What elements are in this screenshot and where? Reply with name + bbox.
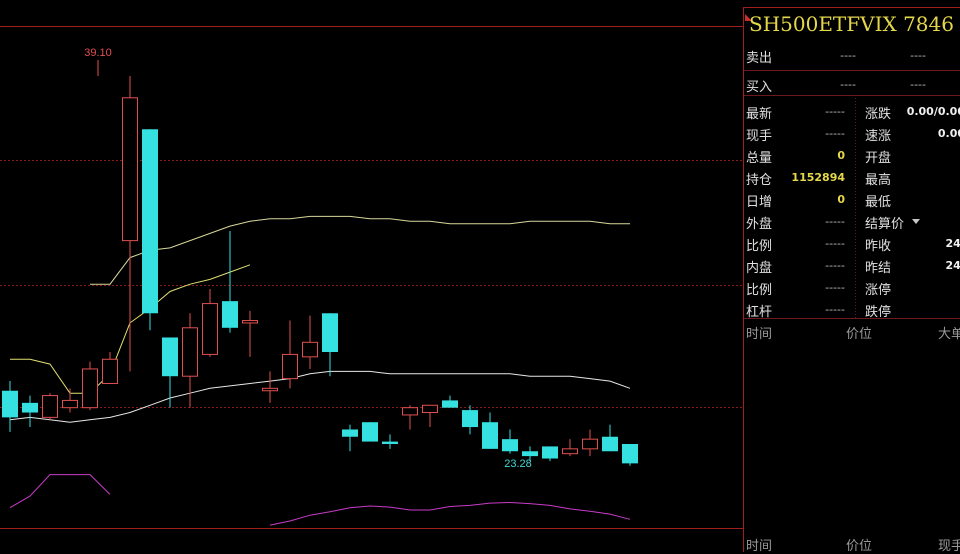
candle-body	[82, 368, 98, 409]
left-row-label: 比例	[746, 283, 773, 298]
candle-body	[442, 400, 458, 408]
right-row-label: 昨收	[865, 239, 892, 254]
indicator-line	[9, 474, 631, 526]
candle-body	[142, 129, 158, 314]
candle-body	[462, 410, 478, 428]
right-row-label: 跌停	[865, 305, 892, 320]
left-row-value: -----	[825, 237, 845, 250]
right-row-label: 最低	[865, 195, 892, 210]
high-price-label: 39.10	[84, 47, 112, 59]
candle-body	[102, 358, 118, 384]
right-row-value: 24.	[945, 259, 960, 272]
candle-body	[482, 422, 498, 449]
sell-label: 卖出	[746, 51, 773, 66]
buy-label: 买入	[746, 80, 773, 95]
candle-body	[222, 301, 238, 328]
right-row-label: 涨停	[865, 283, 892, 298]
candle-body	[402, 407, 418, 416]
candle-body	[22, 402, 38, 413]
candle-body	[322, 313, 338, 352]
candle-body	[542, 446, 558, 459]
candle-body	[362, 422, 378, 442]
indicator-panel	[9, 474, 631, 526]
left-row-value: 0	[837, 149, 845, 162]
candle-body	[342, 429, 358, 437]
left-row-value: -----	[825, 259, 845, 272]
left-row-label: 杠杆	[746, 305, 773, 320]
right-row-label: 昨结	[865, 261, 892, 276]
left-row-value: 1152894	[791, 171, 845, 184]
low-price-label: 23.28	[504, 458, 532, 470]
right-row-value: -	[905, 281, 960, 294]
left-row-label: 最新	[746, 107, 773, 122]
right-row-label: 速涨	[865, 129, 892, 144]
left-row-value: -----	[825, 105, 845, 118]
bollinger-bands	[9, 215, 631, 423]
left-row-label: 总量	[746, 151, 773, 166]
candle-body	[582, 438, 598, 450]
candle-body	[182, 327, 198, 377]
sell-volume: ----	[910, 49, 926, 62]
right-row-value: -	[905, 171, 960, 184]
bottom-header-price: 价位	[846, 539, 873, 554]
candle-body	[522, 451, 538, 457]
left-row-label: 内盘	[746, 261, 773, 276]
buy-price: ----	[840, 78, 856, 91]
candle-body	[242, 320, 258, 324]
upper-band-line	[90, 215, 630, 285]
candle-body	[162, 337, 178, 377]
candle-body	[422, 404, 438, 414]
right-row-label[interactable]: 结算价	[865, 213, 904, 232]
left-row-label: 现手	[746, 129, 773, 144]
quote-panel: SH500ETFVIX 7846 卖出 ---- ---- 买入 ---- --…	[743, 7, 960, 554]
candle-body	[42, 395, 58, 418]
candle-body	[622, 444, 638, 464]
candle-body	[562, 448, 578, 455]
left-row-value: -----	[825, 215, 845, 228]
bottom-header-time: 时间	[746, 539, 773, 554]
ticks-header-price: 价位	[846, 327, 873, 342]
candle-body	[262, 387, 278, 392]
candle-body	[302, 341, 318, 358]
right-row-value: -	[905, 303, 960, 316]
right-row-value: -	[905, 193, 960, 206]
right-row-value: 0.00/0.00	[906, 105, 960, 118]
left-row-value: -----	[825, 303, 845, 316]
candle-body	[2, 390, 18, 418]
candle-body	[122, 97, 138, 242]
right-row-value: -	[905, 149, 960, 162]
right-row-label: 开盘	[865, 151, 892, 166]
buy-volume: ----	[910, 78, 926, 91]
left-row-value: -----	[825, 127, 845, 140]
left-row-label: 持仓	[746, 173, 773, 188]
left-row-value: -----	[825, 281, 845, 294]
candle-body	[282, 353, 298, 380]
ticks-header-big: 大单	[938, 327, 960, 342]
right-row-label: 最高	[865, 173, 892, 188]
right-row-value: 24.	[945, 237, 960, 250]
bottom-header-now: 现手	[938, 539, 960, 554]
left-row-label: 外盘	[746, 217, 773, 232]
right-row-label: 涨跌	[865, 107, 892, 122]
right-row-value: -	[905, 215, 960, 228]
symbol-title: SH500ETFVIX 7846	[749, 12, 954, 36]
candle-body	[202, 303, 218, 355]
candles	[2, 60, 638, 466]
ticks-header-time: 时间	[746, 327, 773, 342]
left-row-label: 比例	[746, 239, 773, 254]
left-row-value: 0	[837, 193, 845, 206]
left-row-label: 日增	[746, 195, 773, 210]
candle-body	[502, 439, 518, 452]
right-row-value: 0.00	[937, 127, 960, 140]
candle-body	[602, 436, 618, 452]
candle-body	[382, 441, 398, 444]
candle-body	[62, 399, 78, 409]
sell-price: ----	[840, 49, 856, 62]
